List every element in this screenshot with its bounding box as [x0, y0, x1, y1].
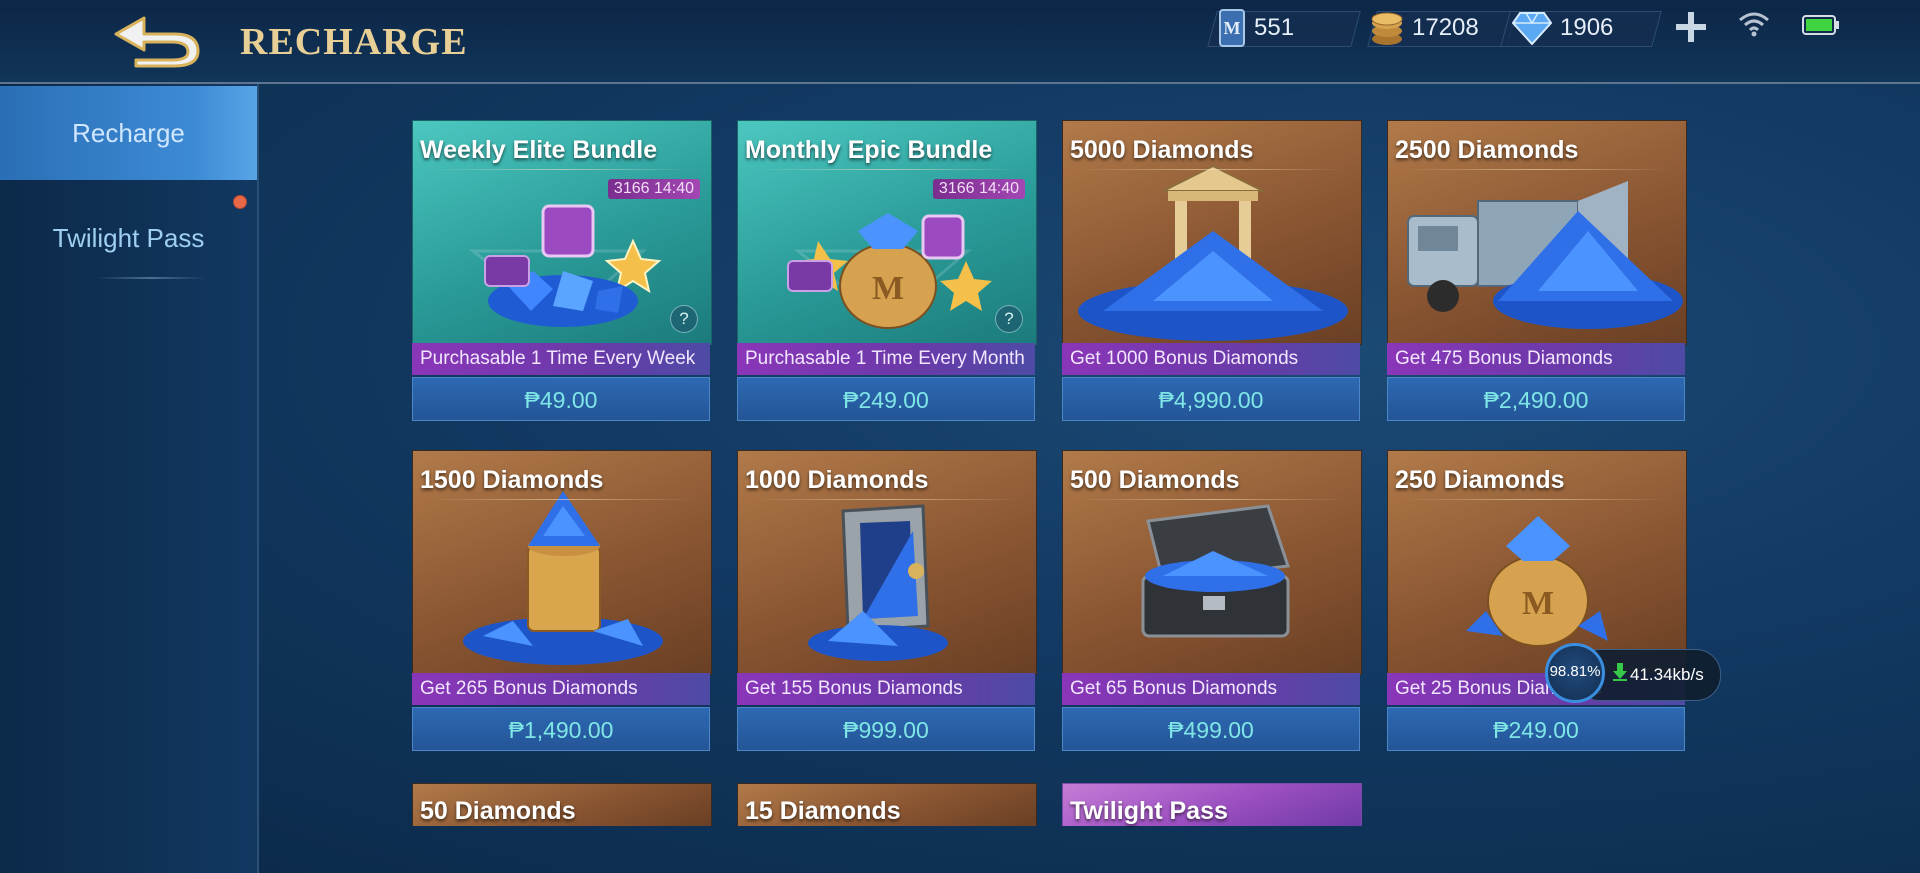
- coin-stack-icon: [1371, 12, 1403, 45]
- card-2500-diamonds[interactable]: 2500 Diamonds Get 475 Bonus Diamonds ₱2,…: [1387, 120, 1687, 442]
- card-bonus-label: Purchasable 1 Time Every Month: [737, 343, 1035, 375]
- countdown-badge: 3166 14:40: [607, 179, 700, 199]
- ticket-count: 551: [1254, 14, 1295, 41]
- card-title: 500 Diamonds: [1070, 466, 1240, 494]
- card-bonus-label: Get 1000 Bonus Diamonds: [1062, 343, 1360, 375]
- card-bonus-label: Get 65 Bonus Diamonds: [1062, 673, 1360, 705]
- card-5000-diamonds[interactable]: 5000 Diamonds Get 1000 Bonus Diamonds ₱4…: [1062, 120, 1362, 442]
- svg-text:M: M: [1224, 18, 1241, 38]
- sidebar: Recharge Twilight Pass: [0, 84, 259, 873]
- ticket-card-icon: M: [1219, 9, 1245, 47]
- card-bonus-label: Purchasable 1 Time Every Week: [412, 343, 710, 375]
- card-title: 2500 Diamonds: [1395, 136, 1579, 164]
- countdown-badge: 3166 14:40: [932, 179, 1025, 199]
- wifi-icon: [1739, 12, 1769, 37]
- card-15-diamonds[interactable]: 15 Diamonds: [737, 783, 1037, 826]
- price-button[interactable]: ₱999.00: [737, 707, 1035, 751]
- ticket-balance: M 551: [1218, 8, 1294, 48]
- card-title: 5000 Diamonds: [1070, 136, 1254, 164]
- card-title: 1500 Diamonds: [420, 466, 604, 494]
- card-title: 15 Diamonds: [745, 797, 901, 825]
- price-button[interactable]: ₱499.00: [1062, 707, 1360, 751]
- top-bar: RECHARGE M 551 17208 1906: [0, 0, 1920, 84]
- card-title: 1000 Diamonds: [745, 466, 929, 494]
- help-icon[interactable]: ?: [995, 305, 1023, 333]
- notification-dot: [234, 196, 246, 208]
- card-bonus-label: Get 475 Bonus Diamonds: [1387, 343, 1685, 375]
- card-title: Monthly Epic Bundle: [745, 136, 993, 164]
- card-twilight-pass[interactable]: Twilight Pass: [1062, 783, 1362, 826]
- diamond-icon: [1512, 12, 1552, 45]
- card-50-diamonds[interactable]: 50 Diamonds: [412, 783, 712, 826]
- card-500-diamonds[interactable]: 500 Diamonds Get 65 Bonus Diamonds ₱499.…: [1062, 450, 1362, 772]
- card-weekly-elite-bundle[interactable]: Weekly Elite Bundle 3166 14:40 ? Purchas…: [412, 120, 712, 442]
- sidebar-item-twilight-pass[interactable]: Twilight Pass: [0, 208, 257, 268]
- price-button[interactable]: ₱1,490.00: [412, 707, 710, 751]
- coin-balance: 17208: [1370, 8, 1479, 48]
- plus-icon[interactable]: [1672, 8, 1710, 46]
- sidebar-divider: [96, 277, 206, 279]
- download-percent: 98.81%: [1549, 663, 1601, 680]
- diamond-balance: 1906: [1512, 8, 1613, 48]
- svg-text:M: M: [872, 270, 904, 307]
- sidebar-item-recharge[interactable]: Recharge: [0, 86, 257, 180]
- price-button[interactable]: ₱49.00: [412, 377, 710, 421]
- svg-text:M: M: [1522, 585, 1554, 622]
- page-title: RECHARGE: [240, 21, 468, 63]
- help-icon[interactable]: ?: [670, 305, 698, 333]
- card-1000-diamonds[interactable]: 1000 Diamonds Get 155 Bonus Diamonds ₱99…: [737, 450, 1037, 772]
- card-title: 250 Diamonds: [1395, 466, 1565, 494]
- card-bonus-label: Get 265 Bonus Diamonds: [412, 673, 710, 705]
- download-arrow-icon: [1613, 663, 1627, 681]
- card-250-diamonds[interactable]: M 250 Diamonds Get 25 Bonus Diamonds ₱24…: [1387, 450, 1687, 772]
- diamond-count: 1906: [1560, 14, 1614, 41]
- card-1500-diamonds[interactable]: 1500 Diamonds Get 265 Bonus Diamonds ₱1,…: [412, 450, 712, 772]
- card-title: Weekly Elite Bundle: [420, 136, 658, 164]
- price-button[interactable]: ₱249.00: [1387, 707, 1685, 751]
- download-progress-overlay[interactable]: 98.81% 41.34kb/s: [1545, 643, 1721, 705]
- back-arrow-icon[interactable]: [110, 12, 202, 68]
- battery-icon: [1802, 15, 1839, 35]
- card-bonus-label: Get 155 Bonus Diamonds: [737, 673, 1035, 705]
- price-button[interactable]: ₱2,490.00: [1387, 377, 1685, 421]
- card-title: 50 Diamonds: [420, 797, 576, 825]
- card-monthly-epic-bundle[interactable]: M Monthly Epic Bundle 3166 14:40 ? Purch…: [737, 120, 1037, 442]
- coin-count: 17208: [1412, 14, 1479, 41]
- price-button[interactable]: ₱4,990.00: [1062, 377, 1360, 421]
- download-speed: 41.34kb/s: [1630, 665, 1704, 684]
- card-title: Twilight Pass: [1070, 797, 1228, 825]
- price-button[interactable]: ₱249.00: [737, 377, 1035, 421]
